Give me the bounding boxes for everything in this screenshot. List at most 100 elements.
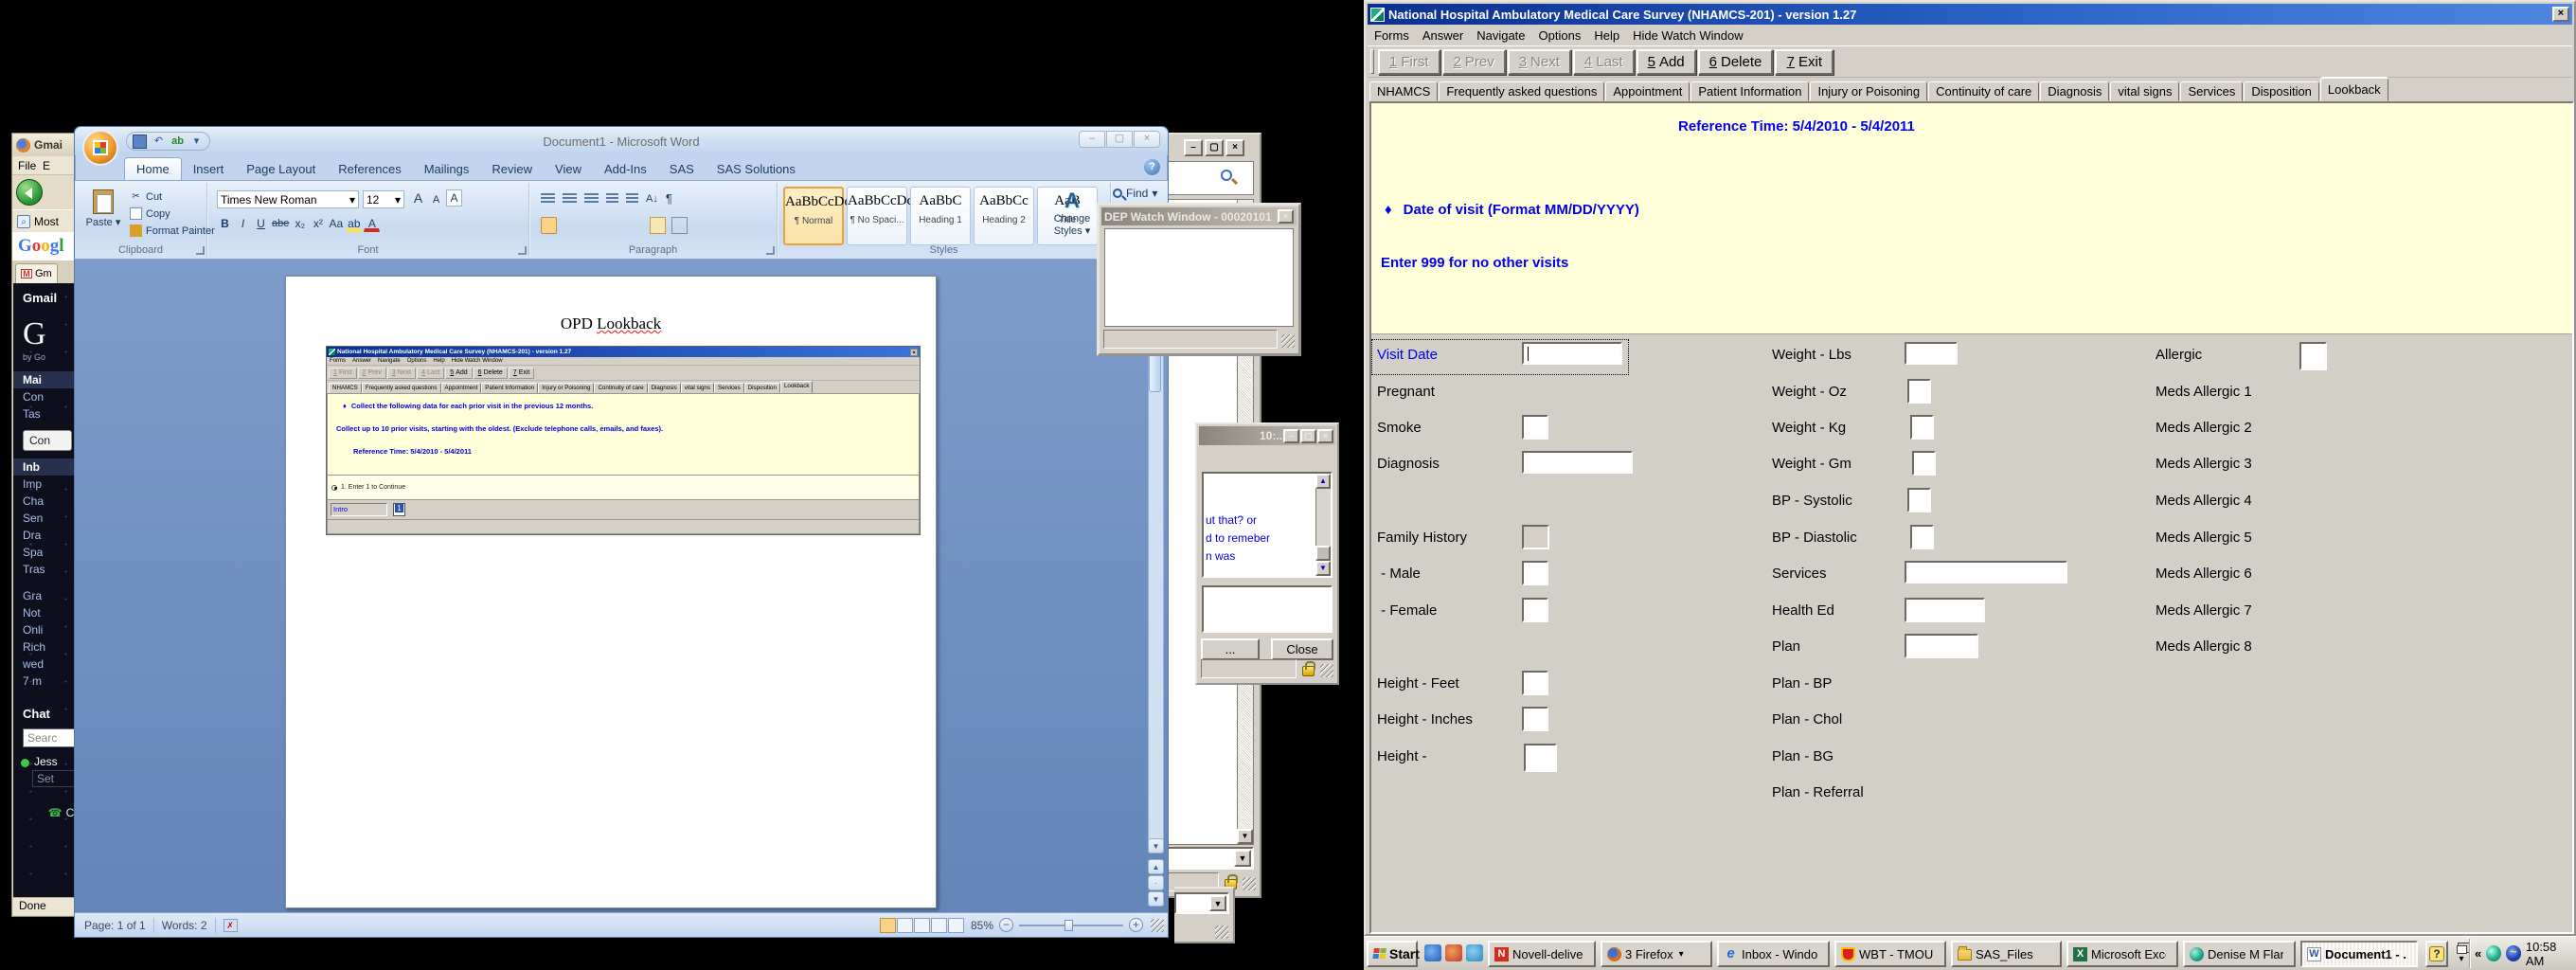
form-tab[interactable]: Lookback [2319, 78, 2388, 101]
zoom-out-button[interactable]: − [999, 918, 1013, 932]
font-color-button[interactable]: A [364, 215, 381, 232]
menu-item[interactable]: Forms [1368, 27, 1416, 45]
nhamcs-titlebar[interactable]: National Hospital Ambulatory Medical Car… [1368, 4, 2572, 25]
font-name-combo[interactable]: Times New Roman ▾ [217, 190, 359, 208]
minimize-button[interactable]: – [1184, 139, 1203, 156]
chat-history[interactable]: ut that? ord to remebern was tempts ▲ ▼ [1202, 472, 1333, 578]
change-styles-button[interactable]: A Change Styles ▾ [1047, 189, 1097, 237]
style-item[interactable]: AaBbCcDc ¶ Normal [783, 187, 850, 245]
taskbar-task[interactable]: WBT - TMOUSER... [1834, 941, 1946, 967]
quicklaunch-explorer-icon[interactable] [1466, 944, 1483, 961]
font-size-combo[interactable]: 12 ▾ [363, 190, 404, 208]
zoom-slider[interactable] [1019, 919, 1123, 931]
cut-button[interactable]: ✂ Cut [130, 190, 162, 203]
minimize-button[interactable]: – [1283, 428, 1299, 443]
print-layout-view-button[interactable] [879, 917, 896, 933]
taskbar-task[interactable]: SAS_Files [1951, 941, 2062, 967]
tray-groupwise-icon[interactable] [2486, 945, 2502, 961]
undo-icon[interactable]: ↶ [152, 135, 166, 149]
scroll-up-button[interactable]: ▲ [1315, 474, 1331, 489]
window-cascade-button[interactable]: ▾ [2452, 943, 2471, 965]
clipboard-dialog-launcher[interactable] [196, 246, 205, 255]
close-icon[interactable]: × [1317, 428, 1333, 443]
toolbar-button[interactable]: 1 First [1378, 48, 1440, 75]
form-tab[interactable]: Services [2180, 81, 2244, 101]
multilevel-list-icon[interactable] [584, 193, 599, 204]
resize-grip[interactable] [1151, 918, 1164, 932]
toolbar-button[interactable]: 7 Exit [1775, 48, 1834, 75]
maximize-button[interactable]: ▢ [1205, 139, 1224, 156]
help-icon[interactable]: ? [1144, 159, 1160, 175]
ribbon-tab[interactable]: References [327, 158, 412, 180]
next-page-button[interactable]: ▼ [1148, 891, 1164, 907]
scroll-down-button[interactable]: ▼ [1148, 838, 1164, 853]
form-tab[interactable]: Continuity of care [1928, 81, 2040, 101]
customize-qat-icon[interactable]: ▾ [189, 135, 204, 149]
style-item[interactable]: AaBbCc Heading 2 [974, 187, 1034, 245]
close-button[interactable]: × [1134, 131, 1160, 148]
superscript-button[interactable]: x² [310, 215, 326, 232]
watch-titlebar[interactable]: DEP Watch Window - 00020101 × [1101, 207, 1297, 225]
quicklaunch-mail-icon[interactable] [1445, 944, 1462, 961]
web-layout-view-button[interactable] [913, 917, 930, 933]
dropdown-button[interactable]: ▼ [1234, 850, 1251, 867]
form-tab[interactable]: Frequently asked questions [1439, 81, 1605, 101]
align-right-button[interactable] [584, 217, 600, 234]
toolbar-button[interactable]: 6 Delete [1697, 48, 1774, 75]
line-spacing-button[interactable] [628, 217, 644, 234]
increase-indent-icon[interactable] [626, 193, 638, 204]
minimize-button[interactable]: – [1079, 131, 1105, 148]
clear-formatting-button[interactable]: A [446, 189, 462, 207]
taskbar-task[interactable]: Novell-delivered... [1488, 941, 1596, 967]
quicklaunch-ie-icon[interactable] [1424, 944, 1441, 961]
document-page[interactable]: OPD Lookback National Hospital Ambulator… [285, 276, 937, 908]
chat-titlebar[interactable]: 10:... – ▢ × [1199, 426, 1335, 445]
form-tab[interactable]: Patient Information [1690, 81, 1810, 101]
taskbar-task[interactable]: Inbox - Window... [1717, 941, 1830, 967]
grow-font-button[interactable]: A [410, 189, 426, 207]
form-tab[interactable]: NHAMCS [1369, 81, 1439, 101]
menu-item[interactable]: Options [1532, 27, 1588, 45]
highlight-button[interactable]: ab [346, 215, 363, 232]
gmail-sidebar-item[interactable]: Con [23, 430, 72, 451]
font-dialog-launcher[interactable] [518, 246, 527, 255]
ribbon-tab[interactable]: Mailings [413, 158, 481, 180]
ribbon-tab[interactable]: SAS [658, 158, 706, 180]
zoom-level[interactable]: 85% [971, 919, 993, 932]
back-button[interactable] [16, 179, 43, 206]
dropdown-field[interactable]: ▼ [1174, 892, 1229, 914]
align-center-button[interactable] [563, 217, 579, 234]
taskbar-task[interactable]: Microsoft Excel [2066, 941, 2178, 967]
scroll-down-button[interactable]: ▼ [1315, 561, 1331, 576]
fullscreen-view-button[interactable] [896, 917, 913, 933]
numbering-icon[interactable] [563, 193, 577, 204]
form-tab[interactable]: Appointment [1605, 81, 1690, 101]
form-tab[interactable]: Diagnosis [2040, 81, 2110, 101]
resize-grip[interactable] [1215, 925, 1228, 939]
ribbon-tab[interactable]: Review [480, 158, 544, 180]
form-tab[interactable]: Injury or Poisoning [1810, 81, 1928, 101]
menu-item[interactable]: Navigate [1470, 27, 1531, 45]
ribbon-tab[interactable]: Page Layout [235, 158, 327, 180]
pilcrow-icon[interactable]: ¶ [666, 191, 672, 206]
spelling-icon[interactable]: ab [170, 135, 185, 149]
resize-grip[interactable] [1243, 877, 1256, 890]
strikethrough-button[interactable]: abe [271, 215, 290, 232]
tray-expand-chevron[interactable]: « [2475, 946, 2481, 961]
toolbar-button[interactable]: 4 Last [1572, 48, 1635, 75]
style-item[interactable]: AaBbCcDc ¶ No Spaci... [847, 187, 913, 245]
office-button[interactable] [82, 130, 118, 166]
ribbon-tab[interactable]: SAS Solutions [706, 158, 807, 180]
menu-item[interactable]: Answer [1416, 27, 1470, 45]
ribbon-tab[interactable]: Add-Ins [593, 158, 658, 180]
form-tab[interactable]: Disposition [2244, 81, 2319, 101]
decrease-indent-icon[interactable] [606, 193, 618, 204]
maximize-button[interactable]: ▢ [1106, 131, 1133, 148]
form-tab[interactable]: vital signs [2110, 81, 2180, 101]
underline-button[interactable]: U [253, 215, 269, 232]
taskbar-task[interactable]: Denise M Flanag... [2183, 941, 2296, 967]
outline-view-button[interactable] [930, 917, 947, 933]
ribbon-tab[interactable]: Home [124, 157, 182, 180]
field-input[interactable] [2299, 342, 2327, 370]
word-count[interactable]: Words: 2 [162, 919, 207, 932]
